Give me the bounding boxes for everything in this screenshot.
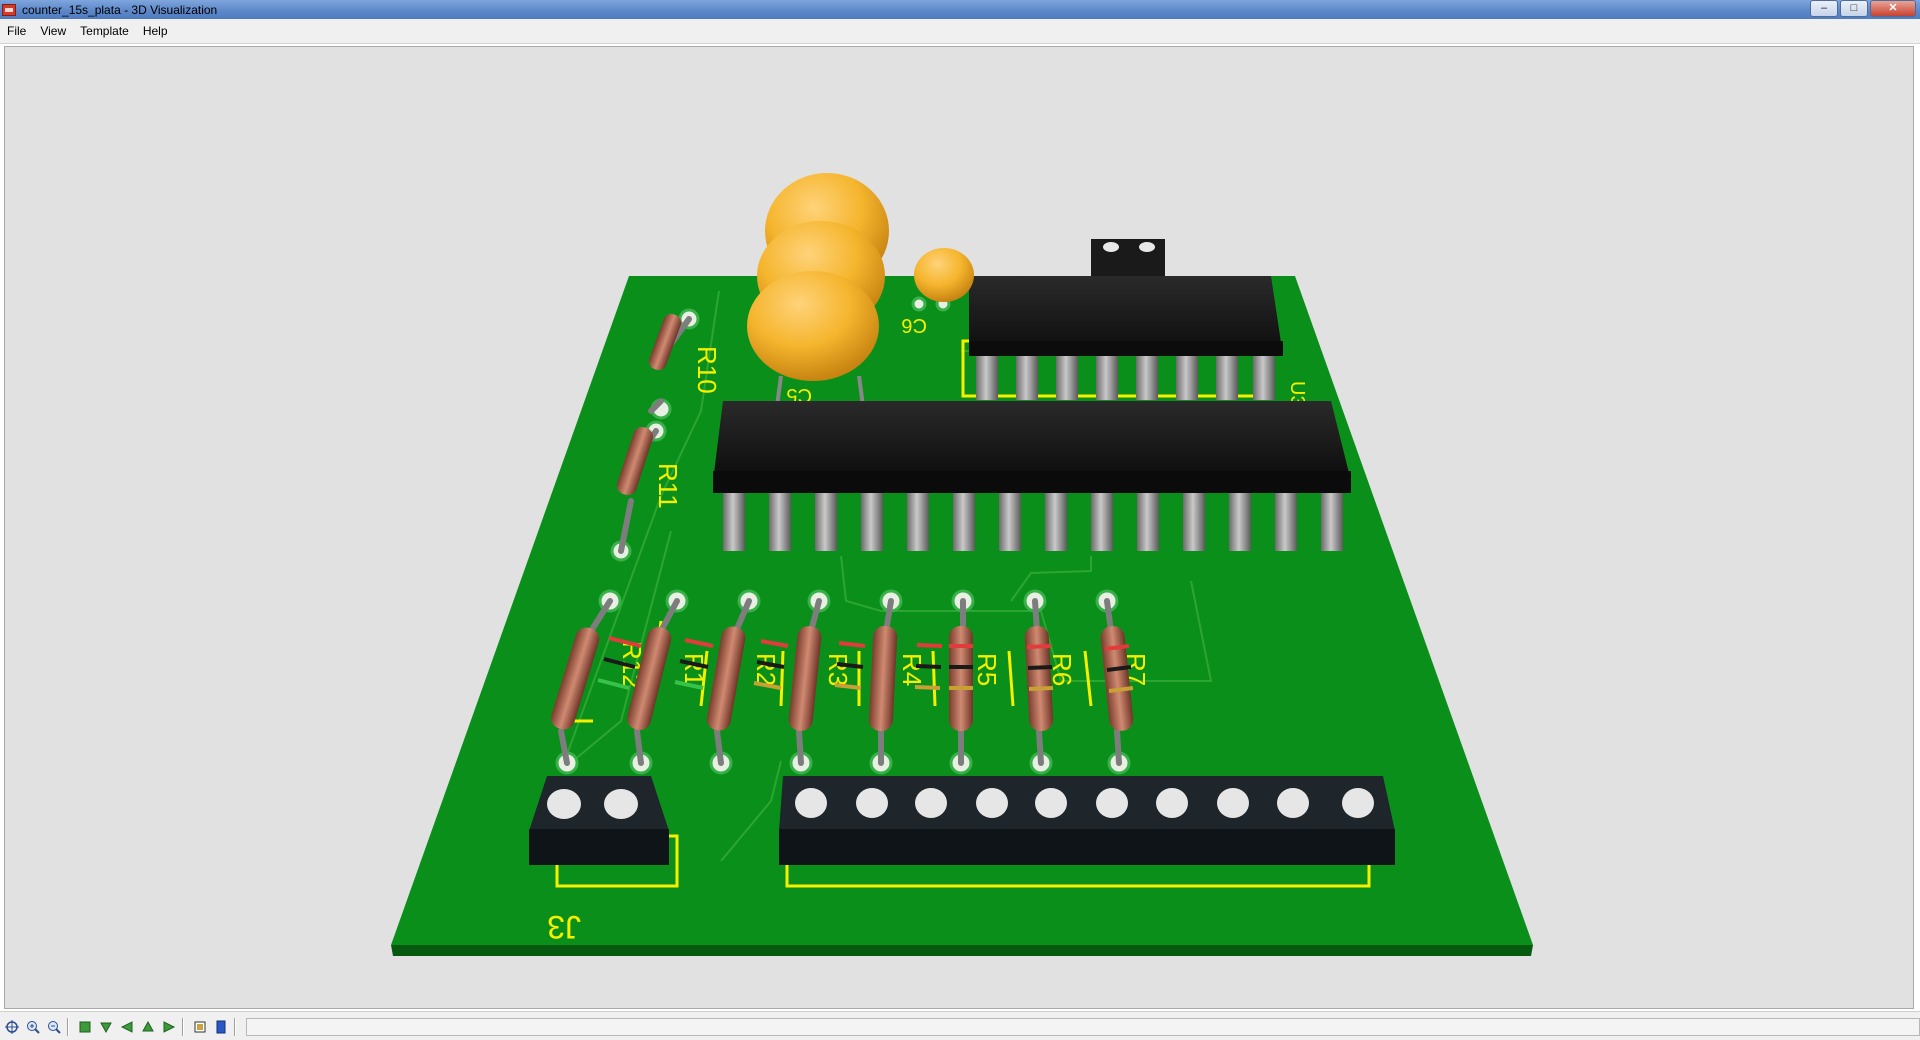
resistor-r5 — [949, 626, 973, 731]
maximize-button[interactable]: □ — [1840, 0, 1868, 17]
exit-icon[interactable] — [212, 1018, 230, 1036]
close-button[interactable]: ✕ — [1870, 0, 1916, 17]
title-bar: counter_15s_plata - 3D Visualization – □… — [0, 0, 1920, 19]
label-r10: R10 — [692, 346, 722, 394]
label-c6: C6 — [901, 314, 927, 336]
view-back-icon[interactable] — [139, 1018, 157, 1036]
status-field — [245, 1017, 1920, 1036]
window-title: counter_15s_plata - 3D Visualization — [22, 2, 218, 17]
menu-help[interactable]: Help — [136, 24, 175, 38]
label-r1: R1 — [679, 653, 709, 686]
toolbar-separator — [66, 1017, 69, 1036]
capacitor-c5 — [747, 271, 879, 381]
pan-icon[interactable] — [3, 1018, 21, 1036]
menu-bar: File View Template Help — [0, 19, 1920, 44]
label-r3: R3 — [823, 653, 853, 686]
capacitor-c6 — [914, 248, 974, 302]
connector-10pin — [779, 776, 1395, 865]
app-icon — [2, 3, 16, 16]
label-r11: R11 — [653, 463, 683, 509]
pcb-edge — [391, 945, 1533, 956]
label-j3: J3 — [547, 909, 581, 945]
3d-viewport[interactable]: R10 R11 R12 R1 R2 R3 R4 R5 R6 R7 J3 U3 C… — [4, 46, 1914, 1009]
label-r5: R5 — [972, 653, 1002, 686]
view-right-icon[interactable] — [160, 1018, 178, 1036]
view-top-icon[interactable] — [76, 1018, 94, 1036]
bottom-toolbar — [0, 1011, 1920, 1040]
toolbar-separator — [233, 1017, 236, 1036]
minimize-button[interactable]: – — [1810, 0, 1838, 17]
menu-view[interactable]: View — [33, 24, 73, 38]
view-left-icon[interactable] — [118, 1018, 136, 1036]
toolbar-separator — [181, 1017, 184, 1036]
menu-file[interactable]: File — [0, 24, 33, 38]
label-r6: R6 — [1047, 653, 1077, 686]
menu-template[interactable]: Template — [73, 24, 136, 38]
zoom-in-icon[interactable] — [24, 1018, 42, 1036]
zoom-out-icon[interactable] — [45, 1018, 63, 1036]
fit-icon[interactable] — [191, 1018, 209, 1036]
view-front-icon[interactable] — [97, 1018, 115, 1036]
connector-j3 — [529, 776, 669, 865]
pcb-3d-render: R10 R11 R12 R1 R2 R3 R4 R5 R6 R7 J3 U3 C… — [391, 173, 1533, 956]
window-controls: – □ ✕ — [1808, 0, 1916, 17]
label-r4: R4 — [897, 653, 927, 686]
